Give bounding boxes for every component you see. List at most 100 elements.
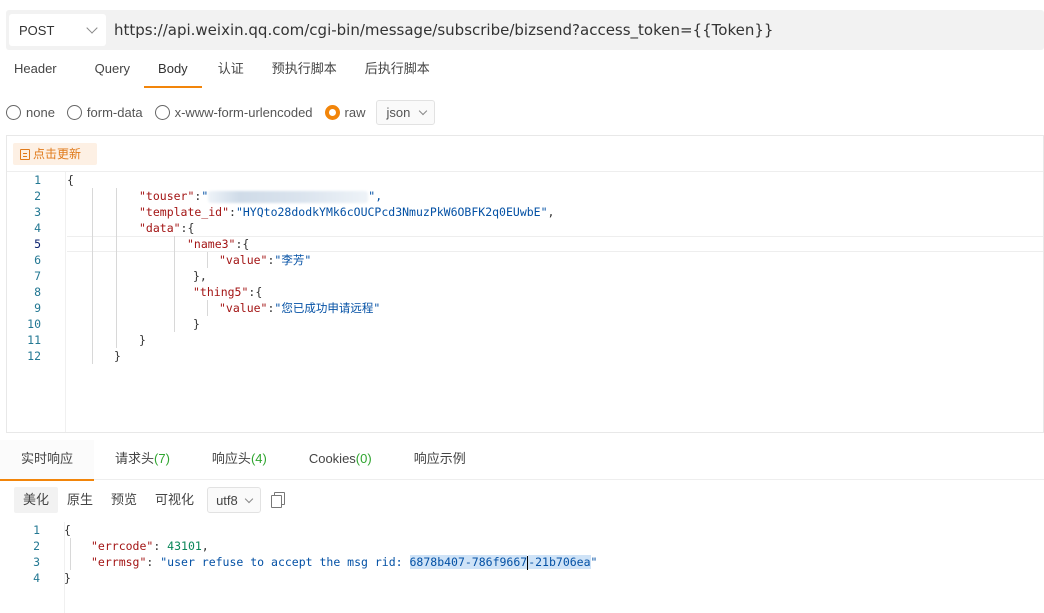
tab-label: Cookies [308,451,356,466]
code-line: 5 "name3":{ [7,236,1043,252]
code-line: 3 "template_id":"HYQto28dodkYMk6cOUCPcd3N… [7,204,1043,220]
copy-icon[interactable] [270,492,285,508]
radio-label: form-data [86,105,143,120]
json-key: "errmsg" [91,555,147,569]
code-line: 4 "data":{ [7,220,1043,236]
radio-circle-selected[interactable] [324,105,340,120]
json-key: "touser" [139,189,195,203]
line-number: 3 [33,555,40,569]
tab-label: 实时响应 [21,451,74,466]
radio-none[interactable]: none [6,105,55,120]
radio-form-data[interactable]: form-data [66,105,143,120]
line-number: 8 [34,285,41,299]
count-badge: (0) [355,451,372,466]
code-token: { [64,523,71,537]
method-select[interactable]: POST [9,14,106,46]
radio-label: none [26,105,55,120]
json-string: "您已成功申请远程" [274,301,381,315]
code-token: } [193,317,200,331]
tab-live-response[interactable]: 实时响应 [0,440,95,481]
format-select[interactable]: json [375,100,436,125]
method-label: POST [19,22,55,38]
line-number: 1 [33,523,40,537]
response-body-viewer[interactable]: 1{ 2 "errcode": 43101, 3 "errmsg": "user r… [6,522,1044,613]
tab-label: 响应示例 [413,451,466,466]
view-pretty[interactable]: 美化 [14,487,59,513]
url-bar: POST https://api.weixin.qq.com/cgi-bin/m… [6,10,1044,50]
tab-query[interactable]: Query [71,54,144,88]
tab-response-example[interactable]: 响应示例 [393,440,487,480]
code-line: 1{ [6,522,1044,538]
radio-label: raw [344,105,366,120]
update-button-label: 点击更新 [33,147,82,161]
radio-circle[interactable] [66,105,82,120]
line-number: 5 [34,237,41,251]
line-number: 12 [27,349,41,363]
line-number: 11 [27,333,41,347]
redacted-value [208,190,369,203]
body-mode-group: none form-data x-www-form-urlencoded raw… [6,100,436,125]
code-token: } [114,349,121,363]
tab-label: 响应头 [211,451,251,466]
tab-auth[interactable]: 认证 [202,54,258,88]
code-line: 2 "errcode": 43101, [6,538,1044,554]
json-key: "data" [139,221,181,235]
view-preview[interactable]: 预览 [102,487,146,513]
line-number: 2 [33,539,40,553]
code-token: } [64,571,71,585]
json-key: "thing5" [193,285,249,299]
tab-response-headers[interactable]: 响应头(4) [191,440,288,480]
json-string: "李芳" [274,253,312,267]
url-input[interactable]: https://api.weixin.qq.com/cgi-bin/messag… [114,21,773,39]
code-line: 7}, [7,268,1043,284]
json-string: ", [368,189,383,203]
line-number: 9 [34,301,41,315]
tab-pre-script[interactable]: 预执行脚本 [258,54,351,88]
request-body-editor[interactable]: 点击更新 1{ 2 "touser":" ", 3 "template_id":"HY… [6,135,1044,433]
encoding-value: utf8 [216,492,238,508]
code-line: 9 "value":"您已成功申请远程" [7,300,1043,316]
response-toolbar: 美化 原生 预览 可视化 utf8 [14,487,285,513]
line-number: 4 [34,221,41,235]
encoding-select[interactable]: utf8 [207,487,261,513]
code-line: 6 "value":"李芳" [7,252,1043,268]
code-line: 2 "touser":" ", [7,188,1043,204]
code-line: 10} [7,316,1043,332]
response-tabs: 实时响应 请求头(7) 响应头(4) Cookies(0) 响应示例 [0,440,1044,481]
json-number: 43101 [167,539,202,553]
chevron-down-icon [244,494,253,503]
code-line: 4} [6,570,1044,586]
line-number: 2 [34,189,41,203]
editor-toolbar: 点击更新 [7,136,1043,172]
code-line: 1{ [7,172,1043,188]
tab-body[interactable]: Body [144,54,202,88]
tab-post-script[interactable]: 后执行脚本 [351,54,444,88]
radio-label: x-www-form-urlencoded [174,105,313,120]
json-string: " [201,189,209,203]
code-line: 8 "thing5":{ [7,284,1043,300]
line-number: 10 [27,317,41,331]
tab-request-headers[interactable]: 请求头(7) [94,440,191,480]
line-number: 6 [34,253,41,267]
tab-label: 请求头 [115,451,155,466]
line-number: 1 [34,173,41,187]
json-key: "name3" [187,237,236,251]
line-number: 3 [34,205,41,219]
update-button[interactable]: 点击更新 [13,143,98,165]
radio-raw[interactable]: raw [324,105,366,120]
tab-header[interactable]: Header [0,54,71,88]
radio-circle[interactable] [154,105,170,120]
code-line: 3 "errmsg": "user refuse to accept the ms… [6,554,1044,570]
view-visualize[interactable]: 可视化 [146,487,203,513]
code-line: 11} [7,332,1043,348]
document-icon [20,149,30,160]
radio-circle[interactable] [6,105,21,120]
line-number: 4 [33,571,40,585]
tab-cookies[interactable]: Cookies(0) [288,440,393,480]
line-number: 7 [34,269,41,283]
view-raw[interactable]: 原生 [58,487,102,513]
count-badge: (7) [154,451,170,466]
radio-urlencoded[interactable]: x-www-form-urlencoded [154,105,313,120]
format-select-value: json [386,105,411,120]
json-key: "value" [219,301,268,315]
